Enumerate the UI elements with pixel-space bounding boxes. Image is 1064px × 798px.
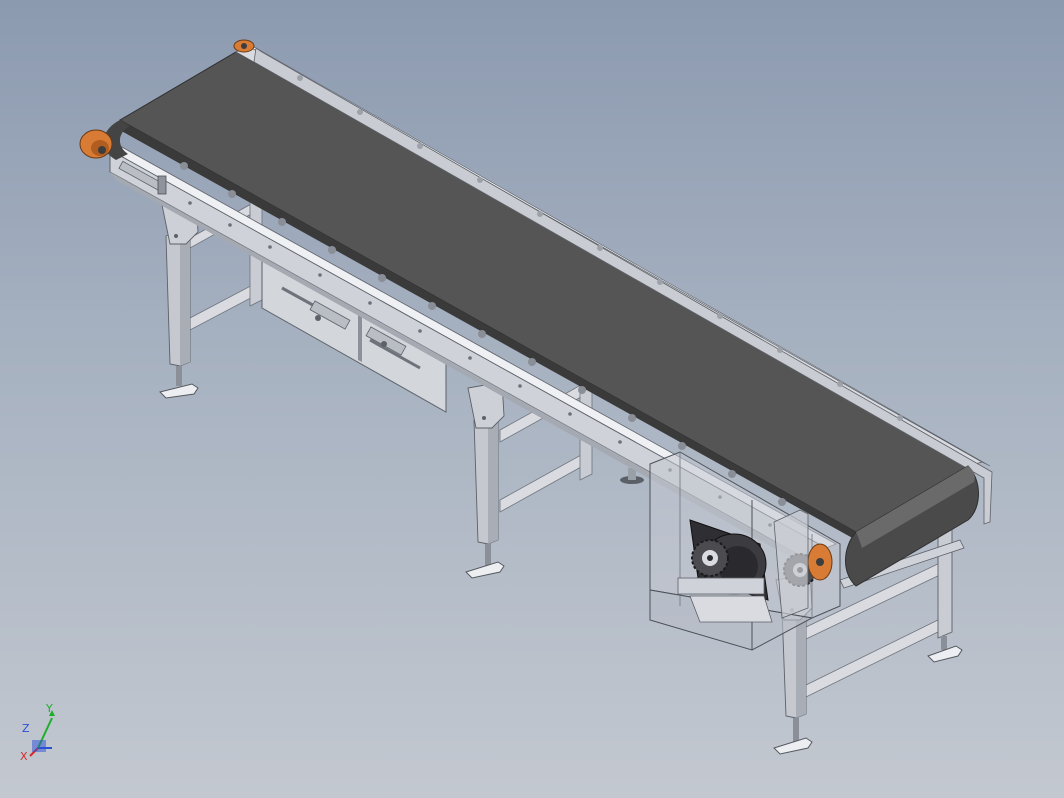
z-axis-label: Z	[22, 722, 30, 735]
z-axis-plane	[32, 740, 46, 752]
head-bearing	[807, 543, 833, 581]
tail-bearing-back	[233, 39, 255, 53]
y-axis-label: Y	[45, 702, 53, 715]
orientation-triad[interactable]: Y Z X	[16, 700, 66, 764]
conveyor-model[interactable]	[0, 0, 1064, 798]
tail-bearing-front	[79, 129, 113, 159]
drive-sprocket	[691, 539, 729, 577]
graphics-viewport[interactable]: Y Z X	[0, 0, 1064, 798]
x-axis-label: X	[20, 750, 28, 763]
triad-graphic: Y Z X	[20, 702, 55, 763]
conveyor-belt[interactable]	[103, 45, 993, 587]
